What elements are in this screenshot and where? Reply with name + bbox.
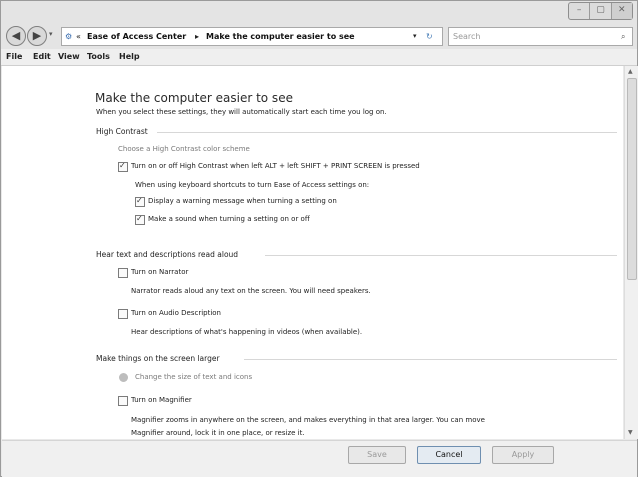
- apply-button[interactable]: Apply: [492, 446, 554, 464]
- back-button[interactable]: ◀: [6, 26, 26, 46]
- magnifier-description: Magnifier zooms in anywhere on the scree…: [131, 416, 485, 424]
- footer-bar: Save Cancel Apply: [2, 440, 637, 477]
- menu-edit[interactable]: Edit: [33, 52, 51, 61]
- warning-label[interactable]: Display a warning message when turning a…: [148, 197, 337, 205]
- choose-color-scheme-link[interactable]: Choose a High Contrast color scheme: [118, 145, 250, 153]
- page-title: Make the computer easier to see: [95, 91, 293, 105]
- menu-help[interactable]: Help: [119, 52, 140, 61]
- narrator-description: Narrator reads aloud any text on the scr…: [131, 287, 371, 295]
- magnifier-checkbox[interactable]: [118, 396, 128, 406]
- audio-description-description: Hear descriptions of what's happening in…: [131, 328, 363, 336]
- magnifier-description-continued: Magnifier around, lock it in one place, …: [131, 429, 305, 437]
- menu-file[interactable]: File: [6, 52, 22, 61]
- scroll-thumb[interactable]: [627, 78, 637, 280]
- minimize-button[interactable]: –: [569, 3, 591, 19]
- magnifier-label[interactable]: Turn on Magnifier: [131, 396, 192, 404]
- divider: [244, 359, 617, 360]
- page-subtitle: When you select these settings, they wil…: [96, 108, 387, 116]
- display-settings-icon: [119, 373, 128, 382]
- breadcrumb-separator-icon[interactable]: ▸: [195, 28, 199, 45]
- menu-view[interactable]: View: [58, 52, 80, 61]
- audio-description-checkbox[interactable]: [118, 309, 128, 319]
- search-input[interactable]: Search ⌕: [448, 27, 633, 46]
- navigation-bar: ◀ ▶ ▾ ⚙ « Ease of Access Center ▸ Make t…: [1, 23, 637, 49]
- close-button[interactable]: ✕: [611, 3, 632, 19]
- control-panel-icon: ⚙: [65, 32, 73, 41]
- address-bar[interactable]: ⚙ « Ease of Access Center ▸ Make the com…: [61, 27, 443, 46]
- warning-checkbox[interactable]: [135, 196, 145, 207]
- divider: [157, 132, 617, 133]
- menu-tools[interactable]: Tools: [87, 52, 110, 61]
- divider: [265, 255, 617, 256]
- change-size-link[interactable]: Change the size of text and icons: [135, 373, 252, 381]
- breadcrumb-prefix[interactable]: «: [76, 28, 81, 45]
- refresh-icon[interactable]: ↻: [426, 28, 433, 45]
- cancel-button[interactable]: Cancel: [417, 446, 481, 464]
- window-controls: – ▢ ✕: [568, 2, 633, 20]
- save-button[interactable]: Save: [348, 446, 406, 464]
- scroll-up-icon[interactable]: ▲: [628, 68, 633, 75]
- content-pane: Make the computer easier to see When you…: [2, 66, 623, 439]
- section-larger: Make things on the screen larger: [96, 354, 220, 363]
- title-bar: – ▢ ✕: [1, 1, 637, 23]
- forward-button[interactable]: ▶: [27, 26, 47, 46]
- narrator-checkbox[interactable]: [118, 268, 128, 278]
- breadcrumb-ease-of-access[interactable]: Ease of Access Center: [87, 28, 186, 45]
- sound-checkbox[interactable]: [135, 214, 145, 225]
- section-narration: Hear text and descriptions read aloud: [96, 250, 239, 259]
- high-contrast-checkbox[interactable]: [118, 161, 128, 172]
- address-dropdown-icon[interactable]: ▾: [413, 28, 417, 45]
- search-placeholder: Search: [453, 32, 481, 41]
- menu-bar: File Edit View Tools Help: [1, 49, 637, 66]
- scroll-down-icon[interactable]: ▼: [628, 429, 633, 436]
- maximize-button[interactable]: ▢: [590, 3, 612, 19]
- window: – ▢ ✕ ◀ ▶ ▾ ⚙ « Ease of Access Center ▸ …: [0, 0, 638, 477]
- narrator-label[interactable]: Turn on Narrator: [131, 268, 188, 276]
- history-dropdown-icon[interactable]: ▾: [49, 30, 53, 38]
- high-contrast-label[interactable]: Turn on or off High Contrast when left A…: [131, 162, 420, 170]
- sound-label[interactable]: Make a sound when turning a setting on o…: [148, 215, 310, 223]
- section-high-contrast: High Contrast: [96, 127, 148, 136]
- audio-description-label[interactable]: Turn on Audio Description: [131, 309, 221, 317]
- shortcut-heading: When using keyboard shortcuts to turn Ea…: [135, 181, 370, 189]
- vertical-scrollbar[interactable]: ▲ ▼: [624, 66, 638, 439]
- breadcrumb-current[interactable]: Make the computer easier to see: [206, 28, 355, 45]
- search-icon[interactable]: ⌕: [621, 28, 625, 45]
